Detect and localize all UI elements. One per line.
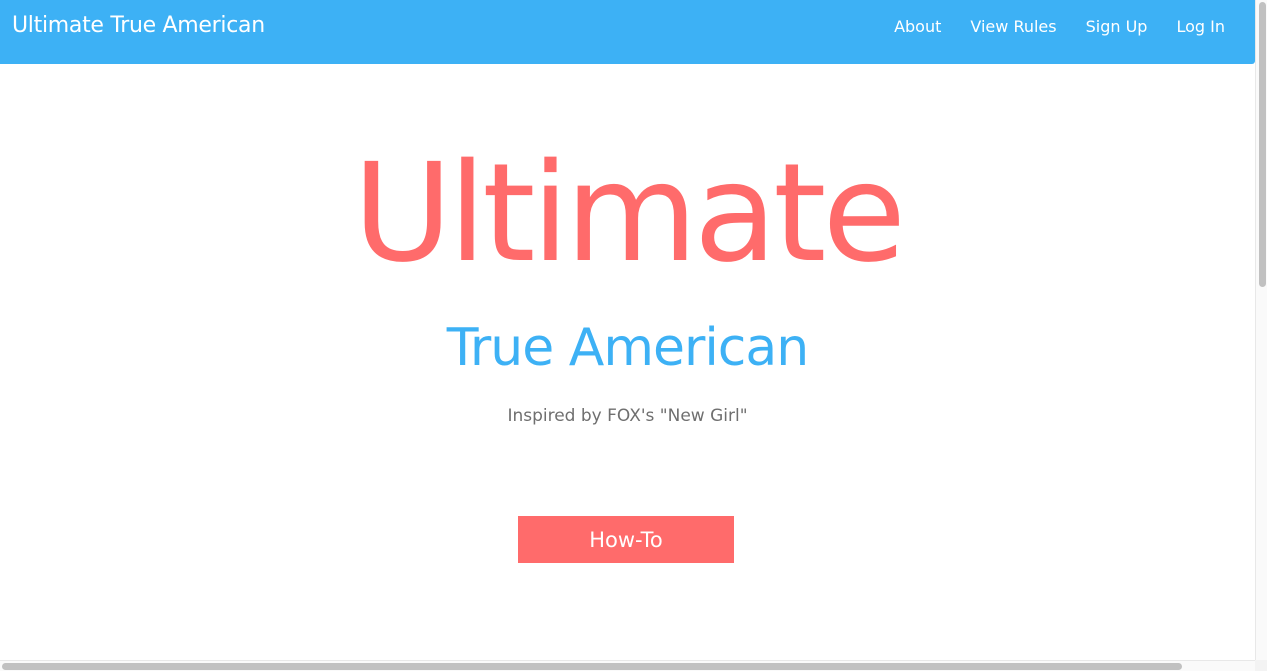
nav-links: About View Rules Sign Up Log In <box>865 17 1225 36</box>
hero-section: Ultimate True American Inspired by FOX's… <box>0 64 1255 660</box>
nav-link-log-in[interactable]: Log In <box>1176 17 1225 36</box>
vertical-scrollbar-thumb[interactable] <box>1259 2 1266 287</box>
horizontal-scrollbar-thumb[interactable] <box>2 663 1182 670</box>
browser-viewport: Ultimate True American About View Rules … <box>0 0 1267 671</box>
vertical-scrollbar[interactable] <box>1255 0 1267 660</box>
hero-tagline: Inspired by FOX's "New Girl" <box>507 406 748 426</box>
nav-link-sign-up[interactable]: Sign Up <box>1086 17 1148 36</box>
nav-link-about[interactable]: About <box>894 17 941 36</box>
horizontal-scrollbar[interactable] <box>0 660 1255 671</box>
hero-subtitle: True American <box>446 318 809 378</box>
brand-link[interactable]: Ultimate True American <box>12 13 265 38</box>
scrollbar-corner <box>1255 660 1267 671</box>
top-navbar: Ultimate True American About View Rules … <box>0 0 1255 64</box>
hero-title: Ultimate <box>352 135 906 293</box>
nav-link-view-rules[interactable]: View Rules <box>970 17 1056 36</box>
how-to-button[interactable]: How-To <box>518 516 734 563</box>
